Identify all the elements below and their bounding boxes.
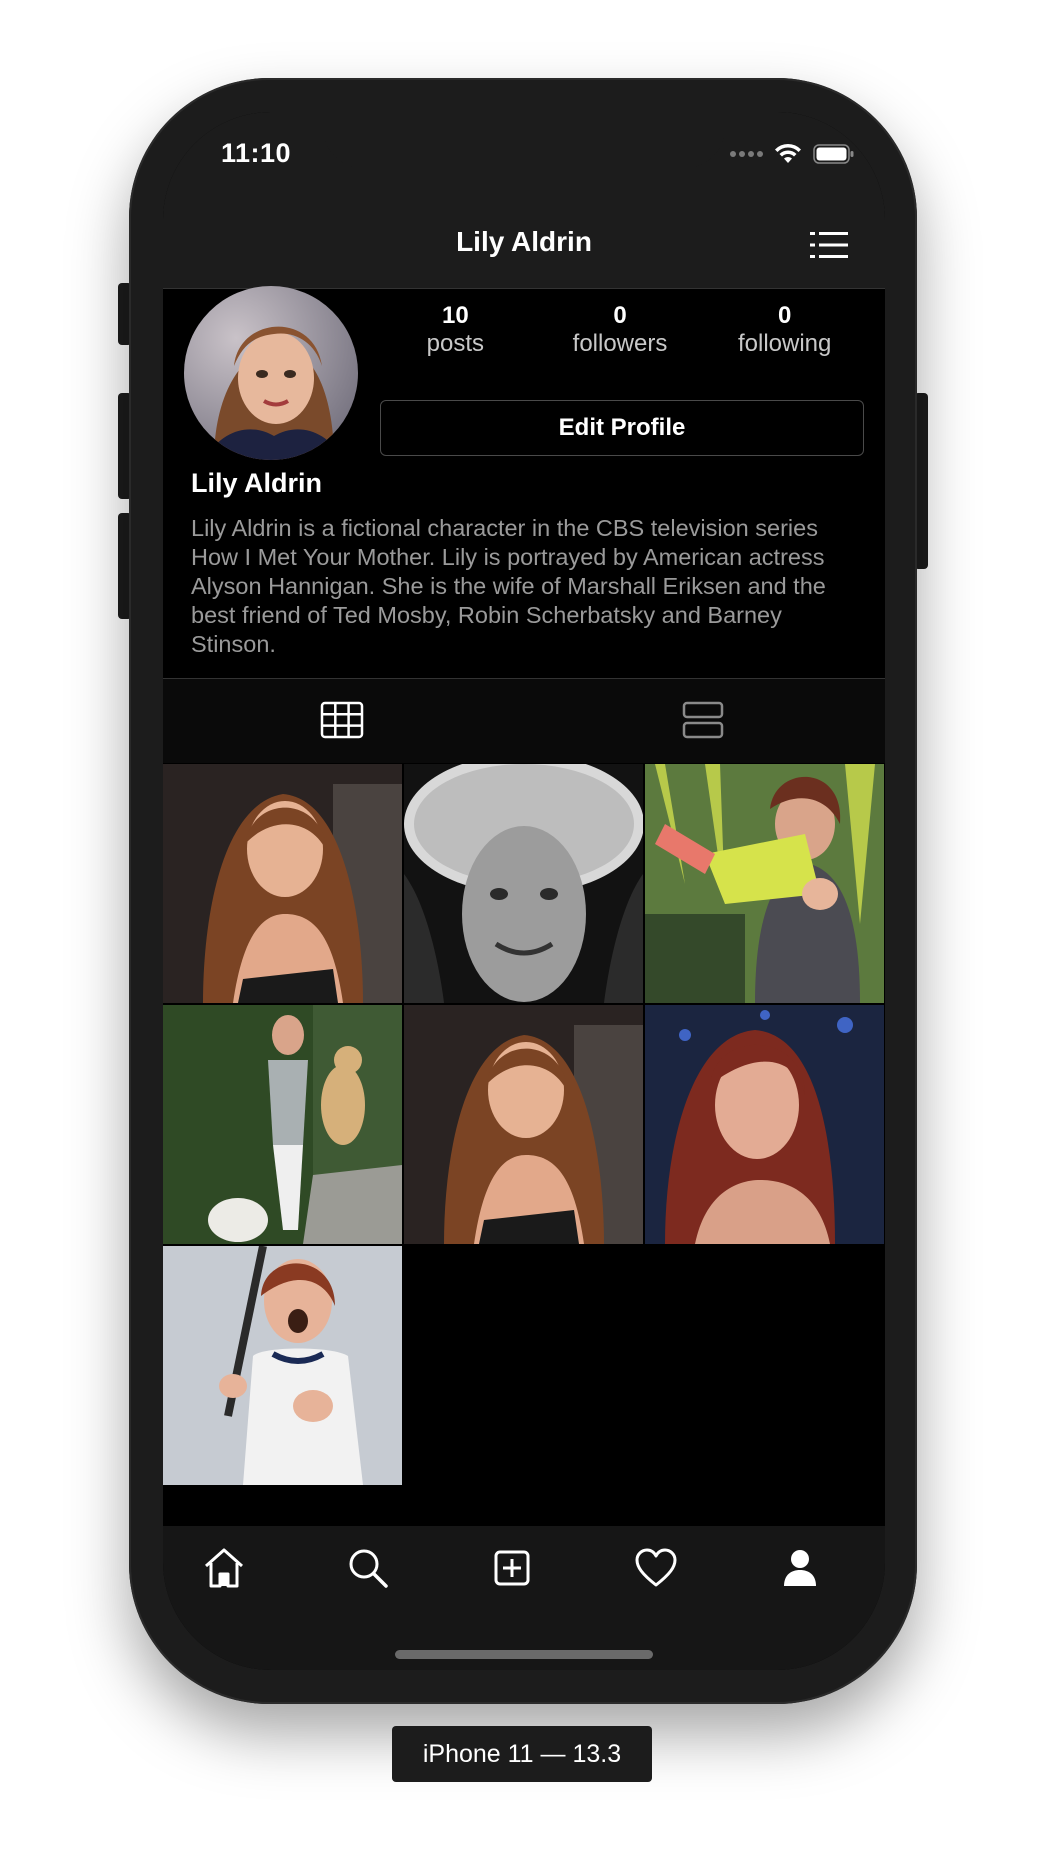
stat-label: posts [426, 330, 485, 357]
profile-bio: Lily Aldrin is a fictional character in … [191, 515, 826, 657]
status-bar: 11:10 [163, 112, 885, 204]
photo-thumbnail[interactable] [404, 764, 643, 1003]
stat-value: 10 [441, 302, 469, 329]
stat-followers[interactable]: 0 followers [538, 302, 703, 358]
stat-label: followers [572, 330, 668, 357]
wifi-icon [775, 143, 801, 163]
profile-icon[interactable] [776, 1544, 824, 1592]
page-title: Lily Aldrin [456, 226, 592, 257]
heart-icon[interactable] [632, 1544, 680, 1592]
device-caption: iPhone 11 — 13.3 [392, 1726, 652, 1782]
photo-thumbnail[interactable] [163, 764, 402, 1003]
stat-posts[interactable]: 10 posts [373, 302, 538, 358]
grid-icon[interactable] [320, 701, 364, 739]
status-time: 11:10 [221, 138, 292, 168]
search-icon[interactable] [344, 1544, 392, 1592]
profile-avatar[interactable] [184, 286, 358, 460]
photo-thumbnail[interactable] [404, 1005, 643, 1244]
phone-screen: 11:10 Lily Aldrin 10 posts 0 followers 0… [163, 112, 885, 1670]
stat-value: 0 [613, 302, 627, 329]
edit-profile-button[interactable]: Edit Profile [380, 400, 864, 456]
stat-label: following [737, 330, 832, 357]
photo-thumbnail[interactable] [163, 1246, 402, 1485]
stat-following[interactable]: 0 following [702, 302, 867, 358]
menu-list-icon[interactable] [809, 229, 849, 261]
list-icon[interactable] [682, 701, 724, 739]
photo-thumbnail[interactable] [645, 1005, 884, 1244]
simulator-stage: 11:10 Lily Aldrin 10 posts 0 followers 0… [0, 0, 1046, 1854]
photo-thumbnail[interactable] [645, 764, 884, 1003]
bottom-tab-bar [163, 1526, 885, 1670]
status-icons [730, 142, 855, 166]
nav-header: Lily Aldrin [163, 204, 885, 289]
view-mode-tabs [163, 678, 885, 763]
photo-thumbnail[interactable] [163, 1005, 402, 1244]
notch [323, 112, 725, 168]
signal-icon [730, 151, 763, 157]
home-icon[interactable] [200, 1544, 248, 1592]
home-indicator[interactable] [395, 1650, 653, 1659]
battery-icon [813, 144, 854, 164]
add-post-icon[interactable] [488, 1544, 536, 1592]
profile-name: Lily Aldrin [191, 468, 323, 498]
stat-value: 0 [778, 302, 792, 329]
profile-stats: 10 posts 0 followers 0 following [373, 302, 867, 358]
